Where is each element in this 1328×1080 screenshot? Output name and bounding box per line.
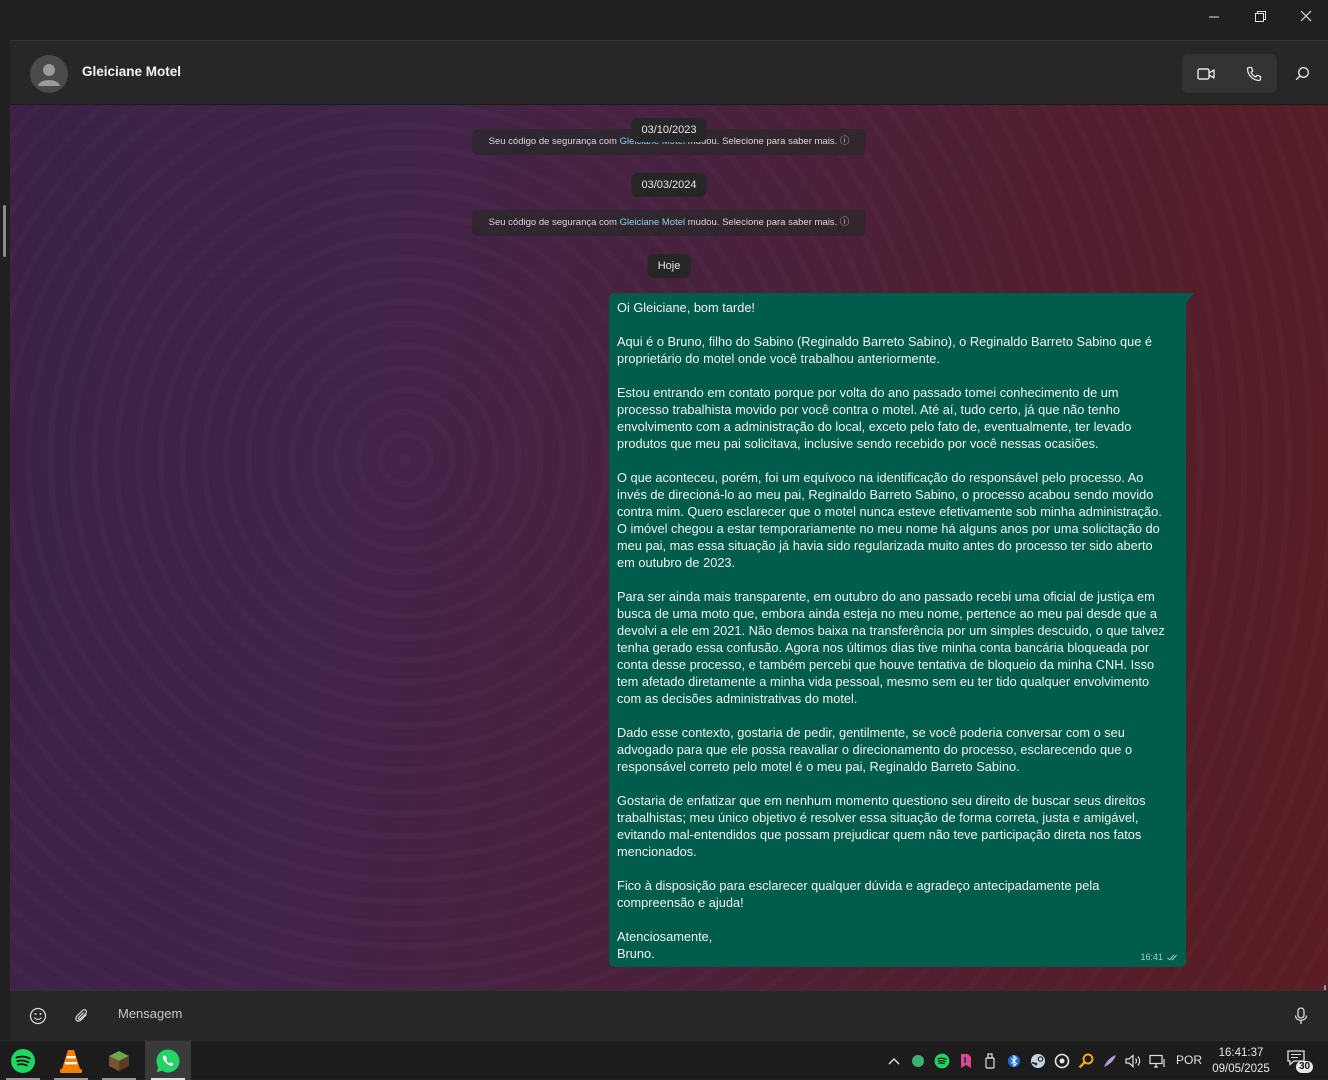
status-dot-icon [912,1054,924,1067]
rail-scroll-thumb[interactable] [3,205,6,257]
tray-status[interactable] [907,1041,929,1080]
emoji-icon [29,1007,47,1025]
close-icon [1300,10,1312,22]
clock-time: 16:41:37 [1218,1047,1264,1059]
message-text: Oi Gleiciane, bom tarde! Aqui é o Bruno,… [617,300,1165,961]
input-language[interactable]: POR [1176,1053,1202,1067]
notification-count: 30 [1296,1061,1314,1073]
windows-taskbar: POR 16:41:37 09/05/2025 30 [0,1040,1328,1080]
tray-bluetooth[interactable] [1003,1041,1025,1080]
tray-app[interactable] [1075,1041,1097,1080]
magnifier-icon [1078,1053,1094,1068]
avatar[interactable] [30,55,68,93]
tray-app[interactable] [1051,1041,1073,1080]
pen-icon [1104,1054,1116,1067]
tray-spotify[interactable] [931,1041,953,1080]
chat-header: Gleiciane Motel [10,40,1328,105]
tray-volume[interactable] [1123,1041,1145,1080]
chat-scrollbar[interactable] [1324,985,1326,990]
speaker-icon [1125,1053,1141,1068]
call-buttons [1182,54,1277,93]
whatsapp-icon [156,1049,180,1072]
tray-overflow-button[interactable] [883,1041,905,1080]
close-button[interactable] [1283,0,1328,32]
tray-app[interactable] [1099,1041,1121,1080]
bookmark-icon [961,1053,971,1068]
taskbar-vlc[interactable] [48,1041,94,1080]
info-icon: ⓘ [839,217,850,228]
bluetooth-icon [1008,1054,1020,1067]
voice-message-button[interactable] [1288,1003,1314,1029]
app-icon [1054,1053,1070,1068]
attach-button[interactable] [69,1003,95,1029]
phone-icon [1246,66,1261,81]
minimize-icon [1208,16,1219,17]
emoji-button[interactable] [25,1003,51,1029]
tray-app[interactable] [955,1041,977,1080]
date-chip: 03/10/2023 [631,118,707,142]
taskbar-whatsapp[interactable] [145,1041,191,1080]
left-rail [0,40,10,1039]
minecraft-icon [109,1050,129,1071]
video-call-button[interactable] [1182,54,1229,93]
spotify-icon [934,1053,950,1068]
spotify-icon [11,1048,35,1073]
message-input[interactable]: Mensagem [118,1006,182,1021]
search-icon [1295,67,1309,81]
chevron-up-icon [888,1057,900,1064]
message-composer: Mensagem [10,990,1328,1040]
paperclip-icon [75,1009,87,1022]
network-icon [1149,1054,1165,1068]
system-clock[interactable]: 16:41:37 09/05/2025 [1206,1045,1276,1077]
info-icon: ⓘ [839,136,850,147]
tray-usb[interactable] [979,1041,1001,1080]
default-avatar-icon [38,64,60,86]
steam-icon [1031,1053,1045,1068]
usb-drive-icon [985,1052,995,1069]
notice-text: mudou. Selecione para saber mais. [685,217,840,228]
date-chip: 03/03/2024 [631,173,707,197]
clock-date: 09/05/2025 [1212,1063,1270,1075]
video-camera-icon [1196,67,1215,80]
chat-area[interactable]: 03/10/2023 Seu código de segurança com G… [10,105,1328,990]
message-meta: 16:41 [1140,952,1178,962]
tray-network[interactable] [1147,1041,1169,1080]
taskbar-minecraft[interactable] [96,1041,142,1080]
date-chip-today: Hoje [647,254,691,278]
notice-text: Seu código de segurança com [488,217,620,228]
vlc-icon [60,1049,82,1073]
bubble-tail [1186,293,1194,303]
microphone-icon [1294,1007,1308,1024]
notice-text: mudou. Selecione para saber mais. [685,136,840,147]
taskbar-spotify[interactable] [0,1041,46,1080]
contact-name[interactable]: Gleiciane Motel [82,64,181,79]
outgoing-message[interactable]: Oi Gleiciane, bom tarde! Aqui é o Bruno,… [609,293,1186,967]
minimize-button[interactable] [1191,0,1237,32]
contact-link[interactable]: Gleiciane Motel [620,217,685,228]
message-time: 16:41 [1140,952,1163,962]
double-check-icon [1167,954,1177,961]
notification-center-button[interactable]: 30 [1284,1047,1318,1075]
search-button[interactable] [1288,54,1316,93]
security-code-notice[interactable]: Seu código de segurança com Gleiciane Mo… [472,210,866,236]
maximize-button[interactable] [1237,0,1283,32]
title-bar [0,0,1328,40]
voice-call-button[interactable] [1230,54,1277,93]
tray-steam[interactable] [1027,1041,1049,1080]
restore-icon [1254,10,1266,22]
notice-text: Seu código de segurança com [488,136,620,147]
